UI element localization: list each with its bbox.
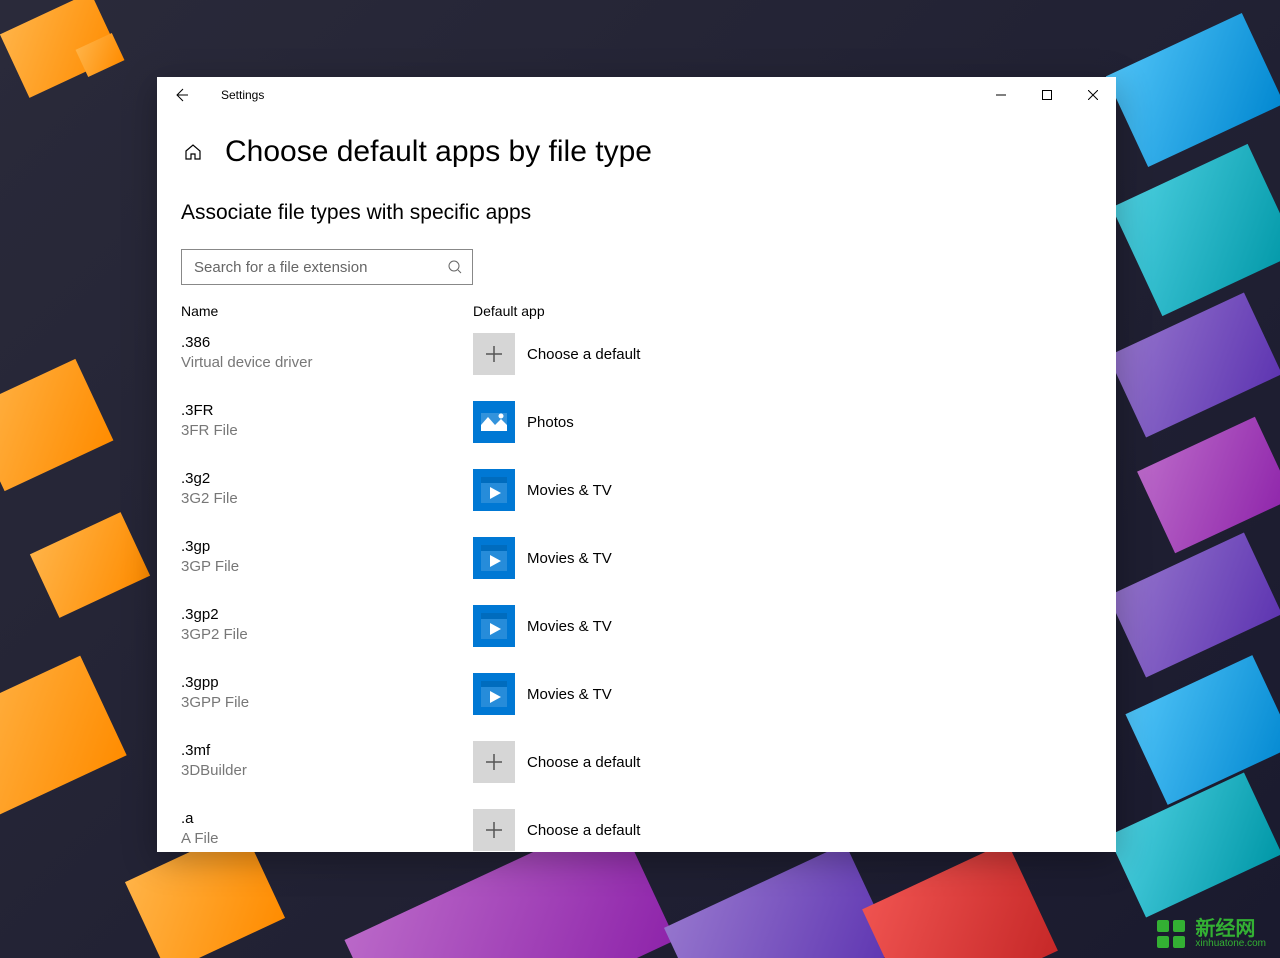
app-choice-button[interactable]: Movies & TV — [473, 469, 612, 511]
app-label: Movies & TV — [527, 686, 612, 703]
file-row: .a A File Choose a default — [181, 809, 1092, 851]
file-row: .3FR 3FR File Photos — [181, 401, 1092, 443]
window-title: Settings — [221, 88, 264, 102]
app-label: Movies & TV — [527, 618, 612, 635]
file-extension: .3gp — [181, 537, 473, 557]
search-box[interactable] — [181, 249, 473, 285]
minimize-icon — [996, 90, 1006, 100]
file-type-list: .386 Virtual device driver Choose a defa… — [181, 333, 1092, 851]
app-choice-button[interactable]: Choose a default — [473, 333, 640, 375]
app-choice-button[interactable]: Choose a default — [473, 741, 640, 783]
home-button[interactable] — [181, 140, 205, 164]
photos-icon — [473, 401, 515, 443]
file-row: .386 Virtual device driver Choose a defa… — [181, 333, 1092, 375]
back-button[interactable] — [165, 79, 197, 111]
minimize-button[interactable] — [978, 79, 1024, 111]
file-description: 3GPP File — [181, 693, 473, 713]
plus-icon — [473, 333, 515, 375]
app-label: Movies & TV — [527, 550, 612, 567]
settings-window: Settings Choose default apps by file typ… — [157, 77, 1116, 852]
file-description: A File — [181, 829, 473, 849]
file-extension: .a — [181, 809, 473, 829]
movies-tv-icon — [473, 537, 515, 579]
app-label: Movies & TV — [527, 482, 612, 499]
file-extension: .3mf — [181, 741, 473, 761]
app-label: Choose a default — [527, 346, 640, 363]
movies-tv-icon — [473, 469, 515, 511]
app-choice-button[interactable]: Photos — [473, 401, 574, 443]
file-description: 3DBuilder — [181, 761, 473, 781]
file-description: 3GP File — [181, 557, 473, 577]
file-description: 3G2 File — [181, 489, 473, 509]
file-description: 3GP2 File — [181, 625, 473, 645]
app-choice-button[interactable]: Movies & TV — [473, 605, 612, 647]
plus-icon — [473, 809, 515, 851]
app-choice-button[interactable]: Choose a default — [473, 809, 640, 851]
file-extension: .3gpp — [181, 673, 473, 693]
close-button[interactable] — [1070, 79, 1116, 111]
file-extension: .3gp2 — [181, 605, 473, 625]
app-label: Choose a default — [527, 822, 640, 839]
file-row: .3mf 3DBuilder Choose a default — [181, 741, 1092, 783]
page-title: Choose default apps by file type — [225, 135, 652, 169]
page-subtitle: Associate file types with specific apps — [181, 201, 1092, 225]
watermark-logo-icon — [1153, 916, 1189, 952]
app-choice-button[interactable]: Movies & TV — [473, 537, 612, 579]
file-extension: .3FR — [181, 401, 473, 421]
maximize-button[interactable] — [1024, 79, 1070, 111]
file-row: .3g2 3G2 File Movies & TV — [181, 469, 1092, 511]
search-input[interactable] — [194, 259, 448, 276]
file-row: .3gpp 3GPP File Movies & TV — [181, 673, 1092, 715]
column-header-name: Name — [181, 303, 473, 319]
file-extension: .386 — [181, 333, 473, 353]
file-row: .3gp2 3GP2 File Movies & TV — [181, 605, 1092, 647]
file-description: Virtual device driver — [181, 353, 473, 373]
movies-tv-icon — [473, 605, 515, 647]
app-choice-button[interactable]: Movies & TV — [473, 673, 612, 715]
title-bar: Settings — [157, 77, 1116, 113]
watermark: 新经网 xinhuatone.com — [1153, 916, 1266, 952]
app-label: Choose a default — [527, 754, 640, 771]
arrow-left-icon — [173, 87, 189, 103]
plus-icon — [473, 741, 515, 783]
file-row: .3gp 3GP File Movies & TV — [181, 537, 1092, 579]
watermark-url: xinhuatone.com — [1195, 939, 1266, 949]
file-extension: .3g2 — [181, 469, 473, 489]
watermark-text: 新经网 — [1195, 919, 1266, 939]
column-header-app: Default app — [473, 303, 545, 319]
close-icon — [1088, 90, 1098, 100]
search-icon — [448, 260, 462, 274]
movies-tv-icon — [473, 673, 515, 715]
file-description: 3FR File — [181, 421, 473, 441]
app-label: Photos — [527, 414, 574, 431]
home-icon — [184, 143, 202, 161]
maximize-icon — [1042, 90, 1052, 100]
